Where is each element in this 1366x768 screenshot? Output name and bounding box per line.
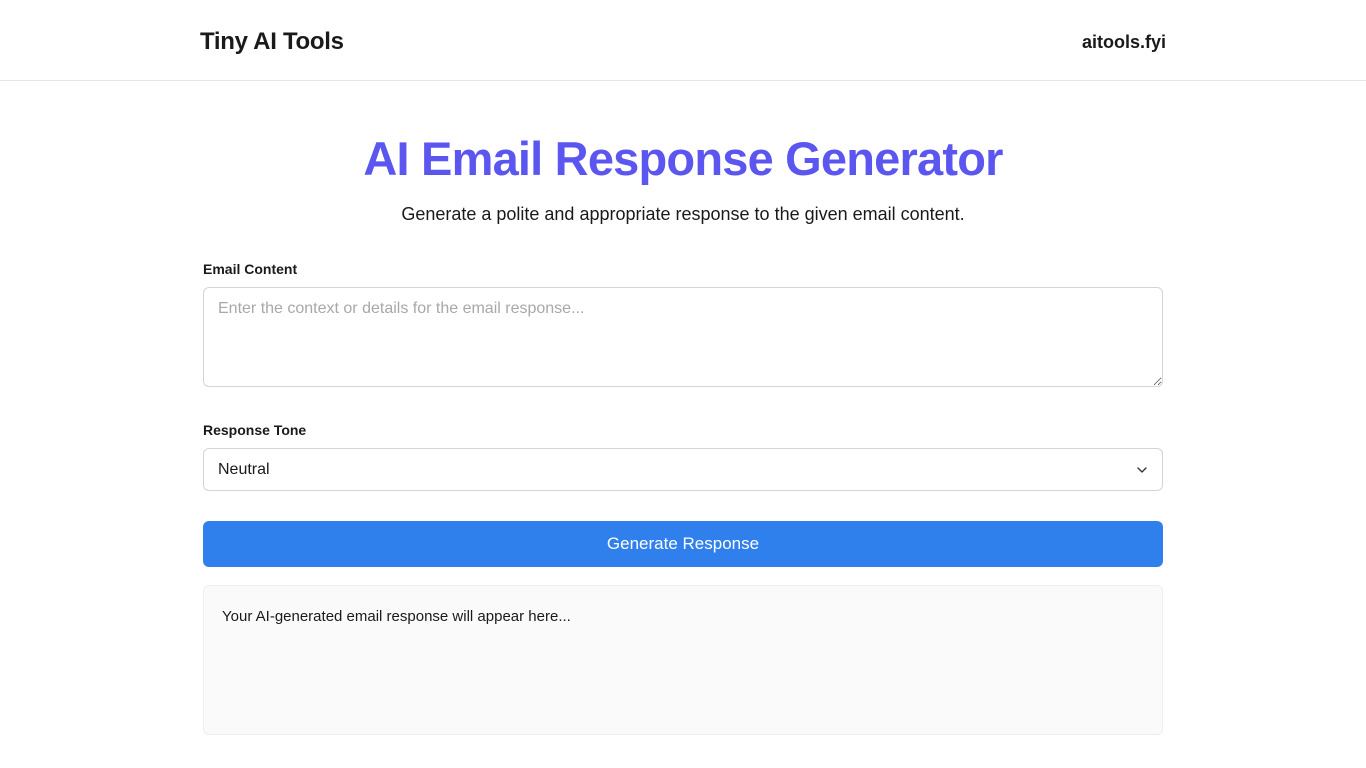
site-title: Tiny AI Tools <box>200 28 344 56</box>
page-title: AI Email Response Generator <box>203 131 1163 186</box>
response-tone-label: Response Tone <box>203 422 1163 438</box>
generate-button[interactable]: Generate Response <box>203 521 1163 567</box>
email-content-label: Email Content <box>203 261 1163 277</box>
page-subtitle: Generate a polite and appropriate respon… <box>203 204 1163 225</box>
header-link[interactable]: aitools.fyi <box>1082 32 1166 53</box>
main-container: AI Email Response Generator Generate a p… <box>203 81 1163 735</box>
response-tone-select[interactable]: Neutral <box>203 448 1163 491</box>
response-tone-group: Response Tone Neutral <box>203 422 1163 491</box>
header: Tiny AI Tools aitools.fyi <box>0 0 1366 81</box>
output-box: Your AI-generated email response will ap… <box>203 585 1163 735</box>
email-content-group: Email Content <box>203 261 1163 392</box>
output-placeholder-text: Your AI-generated email response will ap… <box>222 608 571 625</box>
email-content-input[interactable] <box>203 287 1163 387</box>
